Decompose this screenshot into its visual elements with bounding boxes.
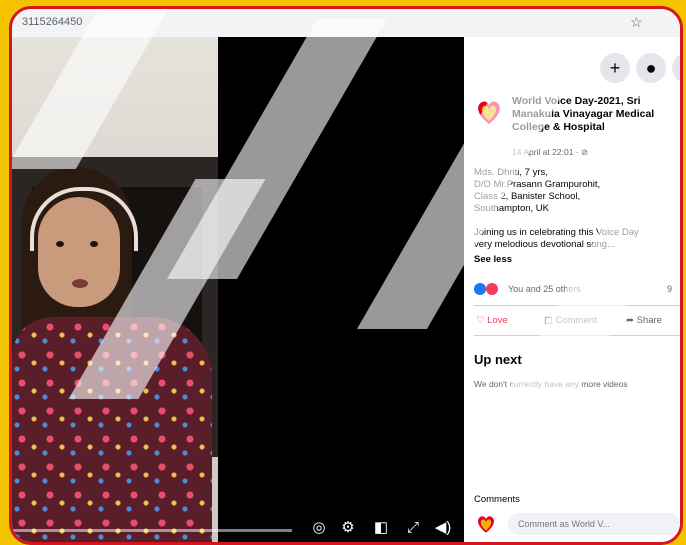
comments-heading: Comments xyxy=(474,494,520,505)
captions-icon[interactable]: ◎ xyxy=(308,517,330,539)
comment-icon: ▢ xyxy=(544,315,553,326)
up-next-heading: Up next xyxy=(474,352,522,367)
messenger-icon[interactable]: ● xyxy=(636,53,666,83)
post-author-title[interactable]: World Voice Day-2021, Sri Manakula Vinay… xyxy=(512,95,680,134)
settings-gear-icon[interactable]: ⚙ xyxy=(337,517,359,539)
share-button[interactable]: ➦ Share xyxy=(626,315,662,326)
post-line: Class 2, Banister School, xyxy=(474,191,581,202)
post-line: D/O Mr.Prasann Grampurohit, xyxy=(474,179,601,190)
notifications-icon[interactable]: ● xyxy=(672,53,680,83)
share-icon: ➦ xyxy=(626,315,634,326)
url-text[interactable]: 3115264450 xyxy=(22,16,82,28)
progress-bar[interactable] xyxy=(12,529,292,532)
header-actions: + ● ● xyxy=(464,37,680,87)
video-frame xyxy=(12,37,218,542)
post-actions: ♡ Love ▢ Comment ➦ Share xyxy=(464,311,680,333)
video-player[interactable]: ◎ ⚙ ◧ ⤢ ◀) xyxy=(12,37,464,542)
love-reaction-icon xyxy=(486,283,498,295)
page-avatar-heart-icon[interactable] xyxy=(474,97,504,127)
comment-composer xyxy=(474,511,680,537)
plus-icon[interactable]: + xyxy=(600,53,630,83)
reaction-summary[interactable]: You and 25 others 9 xyxy=(474,283,680,297)
reactions-text[interactable]: You and 25 others xyxy=(508,284,581,294)
comment-input[interactable] xyxy=(508,513,680,535)
address-bar[interactable]: 3115264450 ☆ xyxy=(12,9,680,38)
post-sidebar: + ● ● World Voice Day-2021, Sri Manakula… xyxy=(464,37,680,542)
bookmark-star-icon[interactable]: ☆ xyxy=(630,14,643,31)
post-line: Southampton, UK xyxy=(474,203,549,214)
love-icon: ♡ xyxy=(476,315,485,326)
post-line: Mds. Dhriti, 7 yrs, xyxy=(474,167,548,178)
post-line: very melodious devotional song... xyxy=(474,239,615,250)
comment-button[interactable]: ▢ Comment xyxy=(544,315,597,326)
post-timestamp[interactable]: 14 April at 22:01 · ⊘ xyxy=(512,147,588,158)
video-controls: ◎ ⚙ ◧ ⤢ ◀) xyxy=(12,515,464,542)
love-button[interactable]: ♡ Love xyxy=(476,315,508,326)
miniplayer-icon[interactable]: ◧ xyxy=(370,517,392,539)
commenter-avatar-heart-icon xyxy=(478,516,494,533)
browser-frame: 3115264450 ☆ ◎ ⚙ ◧ ⤢ ◀) + ● World Voice … xyxy=(9,6,683,545)
girl-mouth xyxy=(72,279,88,288)
post-line: Joining us in celebrating this Voice Day xyxy=(474,227,639,238)
divider xyxy=(474,335,680,336)
like-reaction-icon xyxy=(474,283,486,295)
share-label: Share xyxy=(636,315,662,326)
comment-count[interactable]: 9 xyxy=(667,284,672,294)
post-text: Mds. Dhriti, 7 yrs, D/O Mr.Prasann Gramp… xyxy=(474,167,680,251)
love-label: Love xyxy=(487,315,508,326)
floral-dress xyxy=(12,317,212,542)
volume-icon[interactable]: ◀) xyxy=(432,517,454,539)
comment-label: Comment xyxy=(555,315,597,326)
fullscreen-icon[interactable]: ⤢ xyxy=(402,517,424,539)
see-less-link[interactable]: See less xyxy=(474,254,512,265)
post-line xyxy=(474,215,680,227)
divider xyxy=(474,305,680,306)
up-next-empty-text: We don't currently have any more videos xyxy=(474,379,628,389)
